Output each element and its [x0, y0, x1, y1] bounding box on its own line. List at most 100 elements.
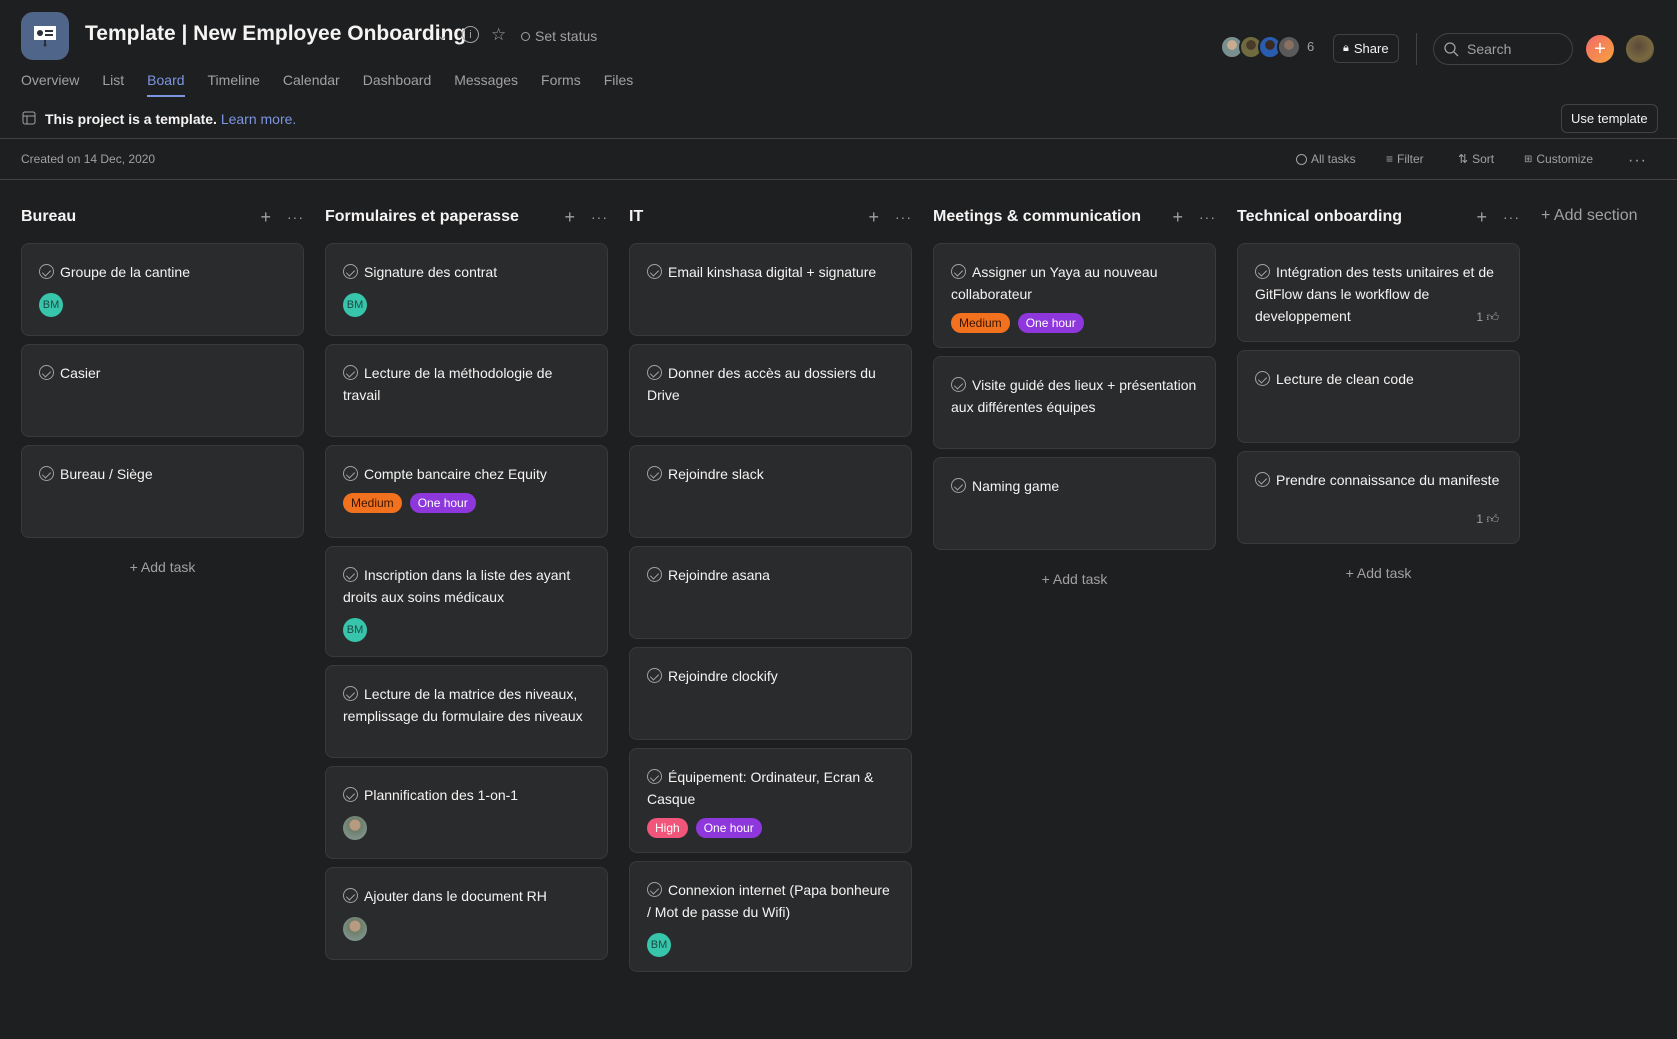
user-avatar[interactable] — [1626, 35, 1654, 63]
assignee-avatar[interactable]: BM — [647, 933, 671, 957]
complete-check-icon[interactable] — [343, 787, 358, 802]
column-more-icon[interactable]: ··· — [287, 209, 304, 225]
info-icon[interactable]: i — [462, 26, 479, 43]
tab-dashboard[interactable]: Dashboard — [363, 72, 432, 97]
complete-check-icon[interactable] — [647, 264, 662, 279]
use-template-button[interactable]: Use template — [1561, 104, 1658, 133]
more-options-icon[interactable]: ··· — [1628, 152, 1647, 170]
task-card[interactable]: Connexion internet (Papa bonheure / Mot … — [629, 861, 912, 972]
complete-check-icon[interactable] — [647, 668, 662, 683]
tab-timeline[interactable]: Timeline — [208, 72, 260, 97]
assignee-avatar[interactable]: BM — [343, 618, 367, 642]
estimate-tag[interactable]: One hour — [695, 818, 762, 838]
column-title[interactable]: Meetings & communication — [933, 208, 1141, 226]
set-status-button[interactable]: Set status — [521, 28, 597, 44]
add-task-button[interactable]: + Add task — [1237, 552, 1520, 594]
all-tasks-button[interactable]: All tasks — [1296, 152, 1356, 166]
like-count[interactable]: 1 👍︎ — [1476, 512, 1499, 527]
complete-check-icon[interactable] — [39, 264, 54, 279]
assignee-avatar[interactable]: BM — [343, 293, 367, 317]
project-members[interactable]: 6 — [1220, 35, 1314, 59]
task-card[interactable]: Visite guidé des lieux + présentation au… — [933, 356, 1216, 449]
priority-tag[interactable]: Medium — [343, 493, 402, 513]
task-card[interactable]: Rejoindre asana — [629, 546, 912, 639]
complete-check-icon[interactable] — [951, 264, 966, 279]
column-more-icon[interactable]: ··· — [1503, 209, 1520, 225]
complete-check-icon[interactable] — [343, 365, 358, 380]
column-title[interactable]: Formulaires et paperasse — [325, 208, 519, 226]
chevron-down-icon[interactable]: ⌄ — [436, 26, 449, 44]
sort-button[interactable]: ⇅ Sort — [1458, 152, 1494, 166]
task-card[interactable]: Lecture de la matrice des niveaux, rempl… — [325, 665, 608, 758]
project-title[interactable]: Template | New Employee Onboarding — [85, 22, 466, 46]
task-card[interactable]: Intégration des tests unitaires et de Gi… — [1237, 243, 1520, 342]
complete-check-icon[interactable] — [951, 478, 966, 493]
add-task-plus-icon[interactable]: + — [1476, 207, 1487, 228]
add-task-plus-icon[interactable]: + — [868, 207, 879, 228]
task-card[interactable]: Email kinshasa digital + signature — [629, 243, 912, 336]
task-card[interactable]: Groupe de la cantine BM — [21, 243, 304, 336]
add-task-plus-icon[interactable]: + — [1172, 207, 1183, 228]
complete-check-icon[interactable] — [647, 466, 662, 481]
complete-check-icon[interactable] — [647, 769, 662, 784]
column-more-icon[interactable]: ··· — [895, 209, 912, 225]
column-more-icon[interactable]: ··· — [1199, 209, 1216, 225]
assignee-avatar[interactable] — [343, 816, 367, 840]
tab-calendar[interactable]: Calendar — [283, 72, 340, 97]
estimate-tag[interactable]: One hour — [409, 493, 476, 513]
tab-forms[interactable]: Forms — [541, 72, 581, 97]
star-icon[interactable]: ☆ — [491, 25, 506, 45]
task-card[interactable]: Ajouter dans le document RH — [325, 867, 608, 960]
task-card[interactable]: Casier — [21, 344, 304, 437]
task-card[interactable]: Assigner un Yaya au nouveau collaborateu… — [933, 243, 1216, 348]
tab-overview[interactable]: Overview — [21, 72, 79, 97]
complete-check-icon[interactable] — [343, 888, 358, 903]
add-task-plus-icon[interactable]: + — [260, 207, 271, 228]
assignee-avatar[interactable] — [343, 917, 367, 941]
complete-check-icon[interactable] — [647, 567, 662, 582]
estimate-tag[interactable]: One hour — [1017, 313, 1084, 333]
customize-button[interactable]: ⊞ Customize — [1524, 152, 1593, 166]
priority-tag[interactable]: Medium — [951, 313, 1010, 333]
complete-check-icon[interactable] — [343, 567, 358, 582]
like-count[interactable]: 1 👍︎ — [1476, 310, 1499, 325]
complete-check-icon[interactable] — [39, 365, 54, 380]
column-title[interactable]: Bureau — [21, 208, 76, 226]
task-card[interactable]: Compte bancaire chez Equity Medium One hou… — [325, 445, 608, 538]
task-card[interactable]: Rejoindre clockify — [629, 647, 912, 740]
priority-tag[interactable]: High — [647, 818, 688, 838]
tab-board[interactable]: Board — [147, 72, 185, 97]
complete-check-icon[interactable] — [343, 686, 358, 701]
task-card[interactable]: Donner des accès au dossiers du Drive — [629, 344, 912, 437]
column-title[interactable]: Technical onboarding — [1237, 208, 1402, 226]
task-card[interactable]: Lecture de la méthodologie de travail — [325, 344, 608, 437]
tab-files[interactable]: Files — [604, 72, 634, 97]
task-card[interactable]: Lecture de clean code — [1237, 350, 1520, 443]
complete-check-icon[interactable] — [343, 264, 358, 279]
task-card[interactable]: Bureau / Siège — [21, 445, 304, 538]
complete-check-icon[interactable] — [647, 882, 662, 897]
add-section-button[interactable]: + Add section — [1541, 207, 1638, 225]
task-card[interactable]: Signature des contrat BM — [325, 243, 608, 336]
complete-check-icon[interactable] — [1255, 472, 1270, 487]
add-task-button[interactable]: + Add task — [21, 546, 304, 588]
task-card[interactable]: Rejoindre slack — [629, 445, 912, 538]
filter-button[interactable]: ≡ Filter — [1386, 152, 1424, 166]
column-more-icon[interactable]: ··· — [591, 209, 608, 225]
assignee-avatar[interactable]: BM — [39, 293, 63, 317]
column-title[interactable]: IT — [629, 208, 643, 226]
tab-messages[interactable]: Messages — [454, 72, 518, 97]
complete-check-icon[interactable] — [343, 466, 358, 481]
complete-check-icon[interactable] — [39, 466, 54, 481]
quick-add-button[interactable]: + — [1586, 35, 1614, 63]
complete-check-icon[interactable] — [951, 377, 966, 392]
search-input[interactable]: Search — [1433, 33, 1573, 65]
task-card[interactable]: Équipement: Ordinateur, Ecran & Casque Hi… — [629, 748, 912, 853]
complete-check-icon[interactable] — [1255, 371, 1270, 386]
tab-list[interactable]: List — [102, 72, 124, 97]
add-task-plus-icon[interactable]: + — [564, 207, 575, 228]
learn-more-link[interactable]: Learn more. — [221, 111, 296, 127]
task-card[interactable]: Naming game — [933, 457, 1216, 550]
complete-check-icon[interactable] — [1255, 264, 1270, 279]
share-button[interactable]: 🔒︎ Share — [1333, 34, 1399, 63]
